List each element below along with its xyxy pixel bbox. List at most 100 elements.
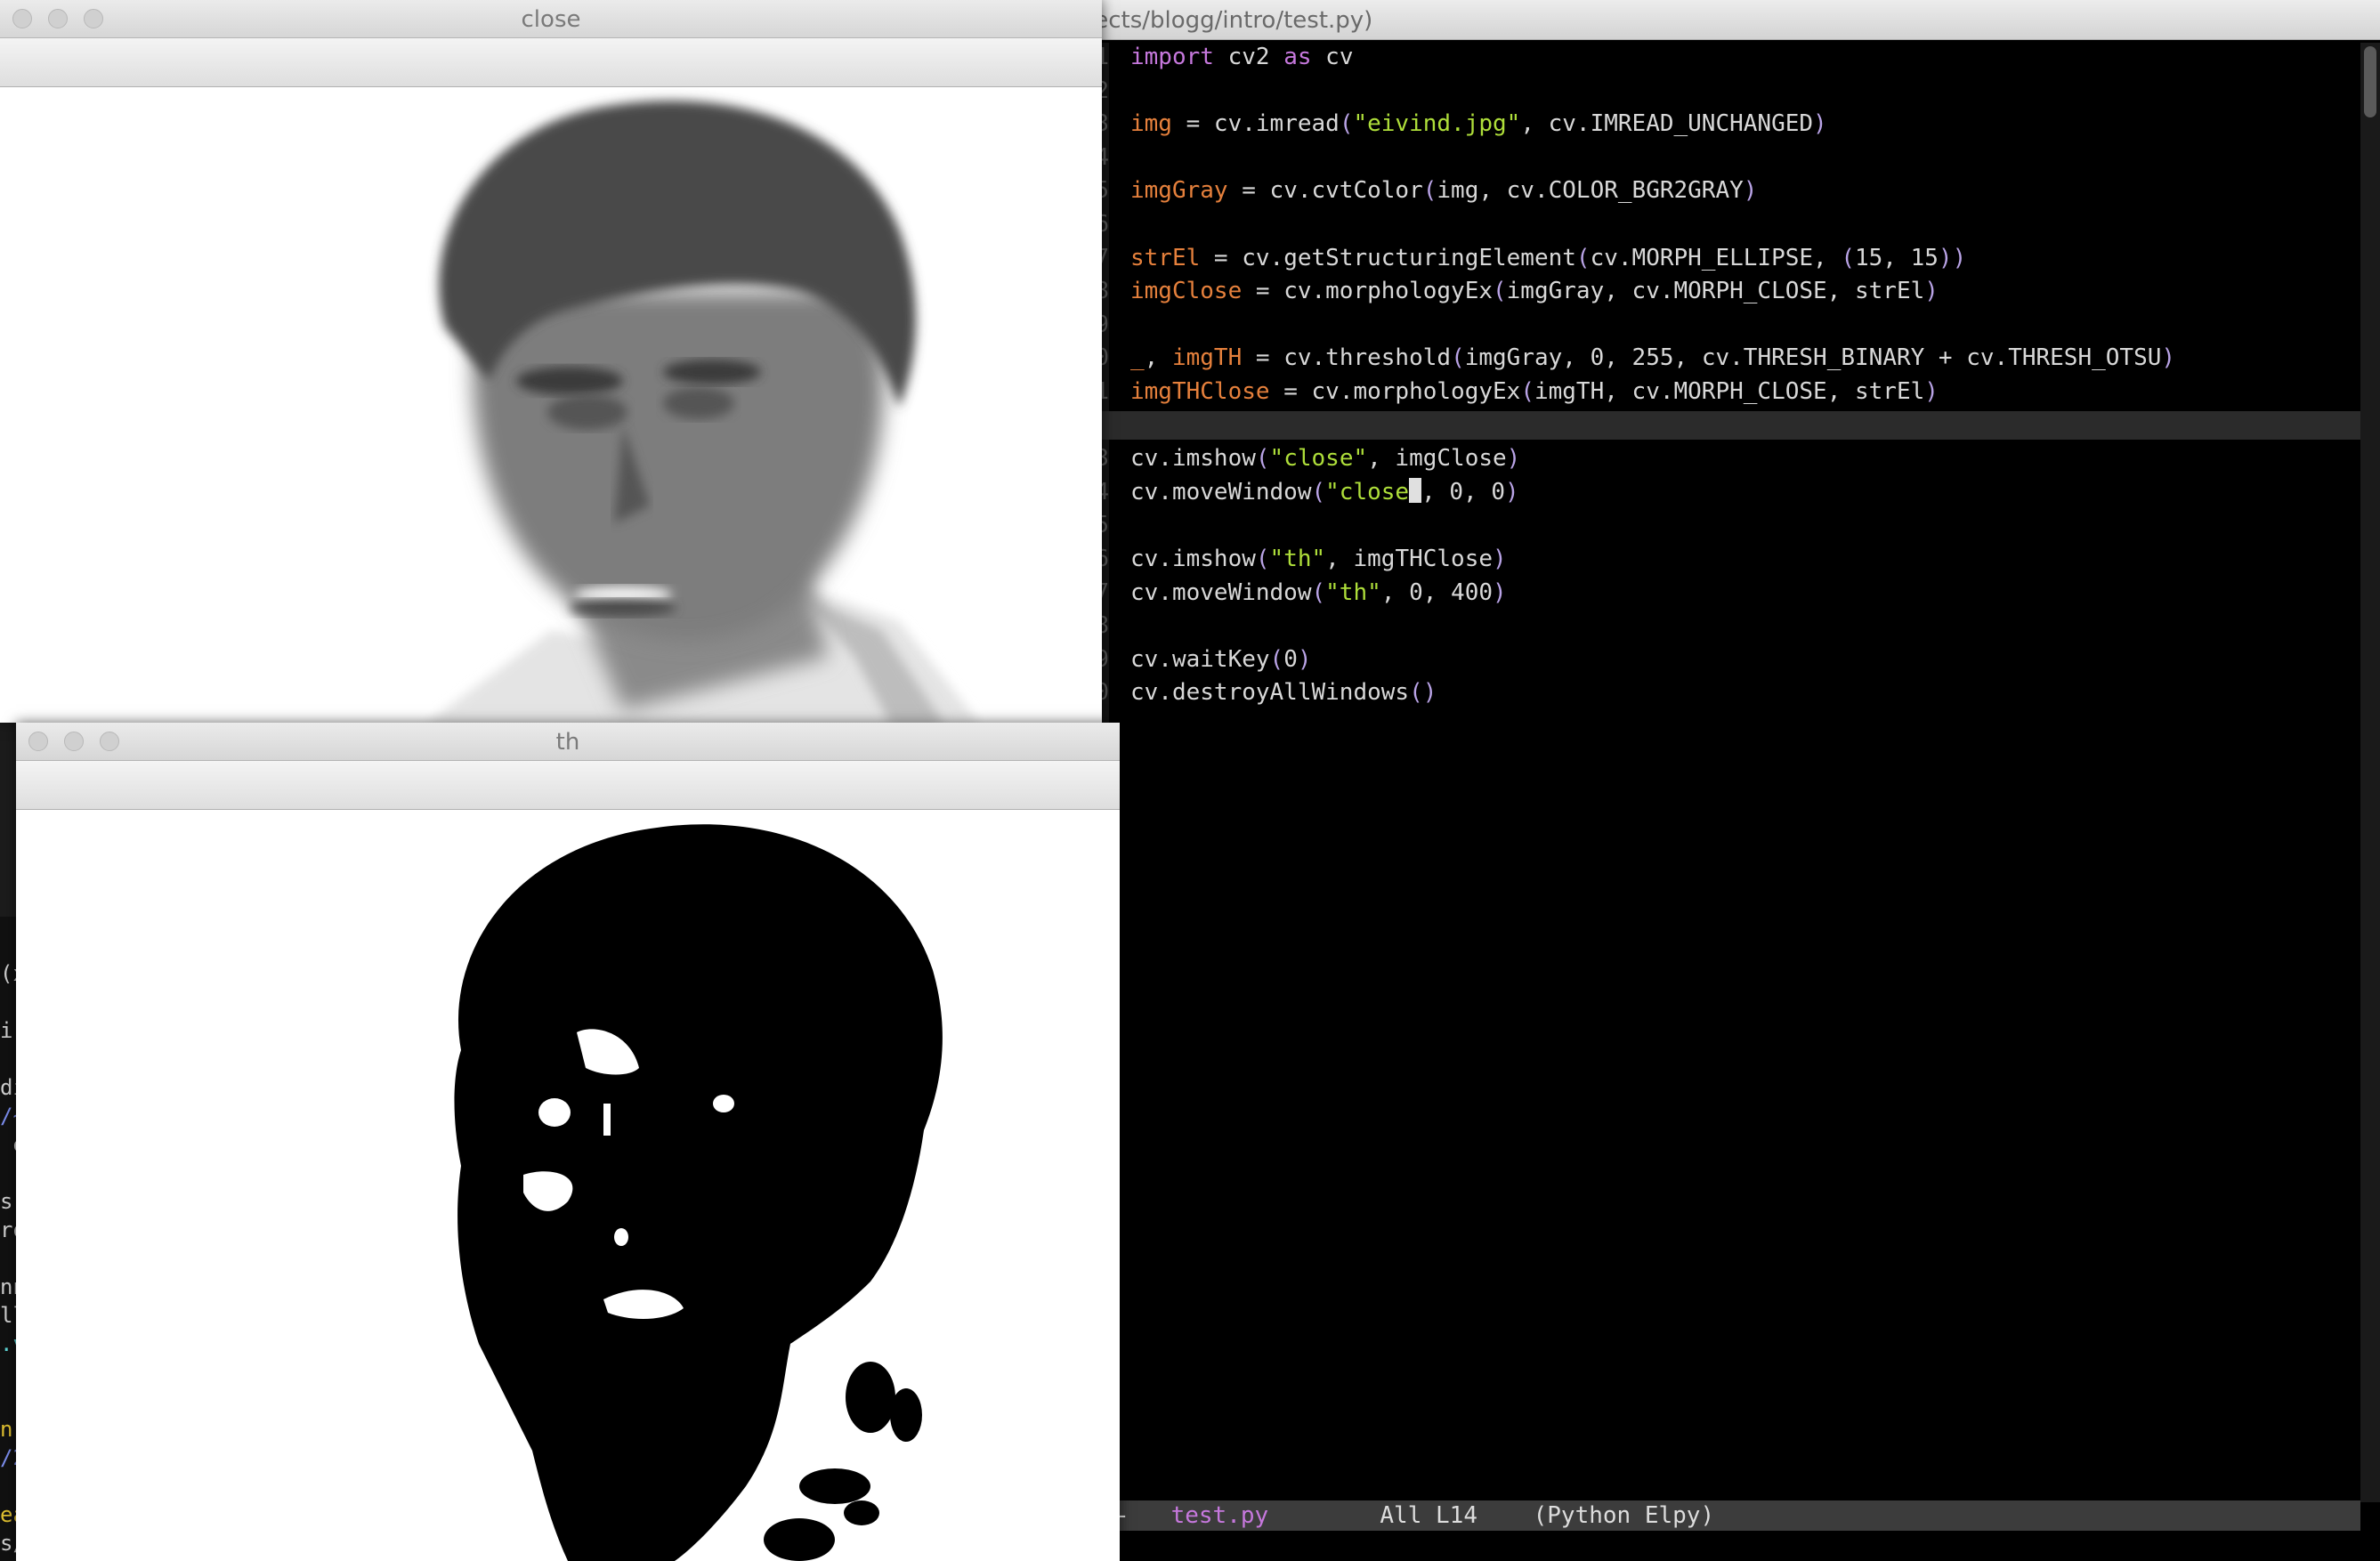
- code-token: ): [1924, 378, 1939, 405]
- code-line[interactable]: [1130, 511, 2359, 539]
- code-token: imgGray, cv.MORPH_CLOSE, strEl: [1506, 278, 1925, 305]
- code-token: "close": [1269, 445, 1368, 473]
- code-token: cv: [1311, 44, 1354, 70]
- code-token: 15, 15: [1855, 244, 1939, 271]
- editor-scroll-thumb[interactable]: [2364, 46, 2376, 117]
- code-line[interactable]: strEl = cv.getStructuringElement (cv.MORP…: [1130, 244, 2359, 272]
- code-token: cv2: [1213, 44, 1284, 70]
- code-token: imgTH: [1171, 344, 1243, 372]
- code-token: (): [1409, 679, 1437, 707]
- terminal-line: n: [0, 1417, 13, 1442]
- terminal-line: e: [0, 1132, 16, 1157]
- code-token: "eivind.jpg": [1353, 110, 1521, 138]
- code-line[interactable]: _, imgTH = cv.threshold(imgGray, 0, 255,…: [1130, 344, 2359, 372]
- modeline-filename: test.py: [1170, 1502, 1269, 1529]
- code-line[interactable]: img = cv.imread("eivind.jpg", cv.IMREAD_…: [1130, 109, 2359, 138]
- terminal-line: .v: [0, 1331, 16, 1356]
- window-th-titlebar[interactable]: th: [16, 723, 1120, 761]
- code-token: = cv.morphologyEx: [1269, 378, 1521, 405]
- code-token: cv.MORPH_ELLIPSE,: [1590, 244, 1842, 271]
- code-line[interactable]: cv.imshow("close", imgClose): [1130, 444, 2359, 473]
- code-token: img: [1130, 110, 1172, 138]
- editor-scrollbar[interactable]: [2360, 43, 2380, 1502]
- code-token: ): [1924, 278, 1939, 305]
- editor-titlebar[interactable]: jects/blogg/intro/test.py): [1073, 0, 2380, 40]
- terminal-line: /2: [0, 1445, 16, 1470]
- image-closed-grayscale: [0, 87, 1102, 723]
- code-token: (: [1520, 378, 1534, 405]
- code-token: , cv.IMREAD_UNCHANGED: [1520, 110, 1814, 138]
- code-token: cv.imshow: [1130, 445, 1256, 473]
- code-line[interactable]: [1130, 311, 2359, 339]
- code-line[interactable]: [1130, 210, 2359, 239]
- code-token: ): [1493, 578, 1507, 606]
- mode-line: :--- test.py All L14 (Python Elpy): [1073, 1500, 2360, 1531]
- code-token: (: [1841, 244, 1855, 271]
- terminal-line: s/: [0, 1531, 16, 1556]
- code-token: , imgTHClose: [1325, 546, 1494, 572]
- code-line[interactable]: [1130, 77, 2359, 105]
- code-token: import: [1130, 44, 1214, 70]
- code-line[interactable]: cv.waitKey(0): [1130, 645, 2359, 674]
- terminal-line: (x: [0, 961, 16, 986]
- code-token: ): [2161, 344, 2176, 372]
- code-token: ): [1493, 546, 1507, 572]
- echo-area[interactable]: [1073, 1531, 2380, 1561]
- code-token: imgTHClose: [1130, 378, 1270, 405]
- code-token: = cv.cvtColor: [1227, 177, 1423, 205]
- terminal-line: ll: [0, 1303, 16, 1328]
- code-line[interactable]: cv.destroyAllWindows(): [1130, 678, 2359, 707]
- code-token: imgTH, cv.MORPH_CLOSE, strEl: [1534, 378, 1925, 405]
- code-line[interactable]: imgGray = cv.cvtColor(img, cv.COLOR_BGR2…: [1130, 176, 2359, 205]
- code-token: strEl: [1130, 244, 1201, 271]
- editor-title: jects/blogg/intro/test.py): [1088, 7, 1373, 34]
- code-token: ): [1813, 110, 1827, 138]
- modeline-position: All L14: [1380, 1502, 1477, 1529]
- opencv-window-th[interactable]: th: [16, 723, 1120, 1561]
- modeline-mode: (Python Elpy): [1533, 1502, 1715, 1529]
- terminal-line: nn: [0, 1274, 16, 1299]
- opencv-window-close[interactable]: close: [0, 0, 1102, 723]
- code-token: imgGray: [1130, 177, 1228, 205]
- code-token: "th": [1269, 546, 1326, 572]
- terminal-line: /~: [0, 1104, 16, 1128]
- image-threshold-binary: [16, 810, 1120, 1561]
- code-token: cv.destroyAllWindows: [1130, 679, 1410, 707]
- code-token: = cv.imread: [1171, 110, 1340, 138]
- code-line[interactable]: import cv2 as cv: [1130, 43, 2359, 71]
- code-line[interactable]: cv.moveWindow("th", 0, 400): [1130, 578, 2359, 607]
- window-th-toolbar: [16, 761, 1120, 810]
- code-token: cv.moveWindow: [1130, 478, 1312, 506]
- code-token: , 0, 400: [1380, 578, 1494, 606]
- code-token: (: [1311, 578, 1326, 606]
- code-token: _: [1130, 344, 1145, 372]
- terminal-line: ea: [0, 1502, 16, 1527]
- code-line[interactable]: [1130, 411, 2359, 440]
- code-token: (: [1255, 445, 1270, 473]
- code-line[interactable]: imgTHClose = cv.morphologyEx(imgTH, cv.M…: [1130, 377, 2359, 406]
- code-token: = cv.getStructuringElement: [1200, 244, 1576, 271]
- terminal-line: ro: [0, 1217, 16, 1242]
- window-close-titlebar[interactable]: close: [0, 0, 1102, 38]
- code-line[interactable]: cv.moveWindow("close , 0, 0): [1130, 477, 2359, 506]
- code-line[interactable]: imgClose = cv.morphologyEx(imgGray, cv.M…: [1130, 277, 2359, 305]
- terminal-line: di: [0, 1075, 16, 1100]
- code-token: = cv.morphologyEx: [1242, 278, 1493, 305]
- code-token: (: [1255, 546, 1270, 572]
- code-token: = cv.threshold: [1242, 344, 1452, 372]
- code-line[interactable]: [1130, 611, 2359, 640]
- code-line[interactable]: cv.imshow("th", imgTHClose): [1130, 545, 2359, 573]
- code-token: as: [1283, 44, 1312, 70]
- code-token: imgClose: [1130, 278, 1243, 305]
- code-token: (: [1451, 344, 1465, 372]
- code-token: imgGray, 0, 255, cv.THRESH_BINARY + cv.T…: [1464, 344, 2162, 372]
- code-line[interactable]: [1130, 143, 2359, 172]
- code-token: (: [1269, 645, 1284, 673]
- code-token: cv.imshow: [1130, 546, 1256, 572]
- code-token: (: [1422, 177, 1437, 205]
- terminal-window-behind[interactable]: (x i di /~ e s ro nn ll .v n/2 ea s/: [0, 917, 16, 1561]
- code-token: ): [1505, 478, 1519, 506]
- code-token: (: [1311, 478, 1326, 506]
- code-editor[interactable]: import cv2 as cv img = cv.imread("eivind.…: [1130, 43, 2359, 1500]
- code-token: ): [1506, 445, 1521, 473]
